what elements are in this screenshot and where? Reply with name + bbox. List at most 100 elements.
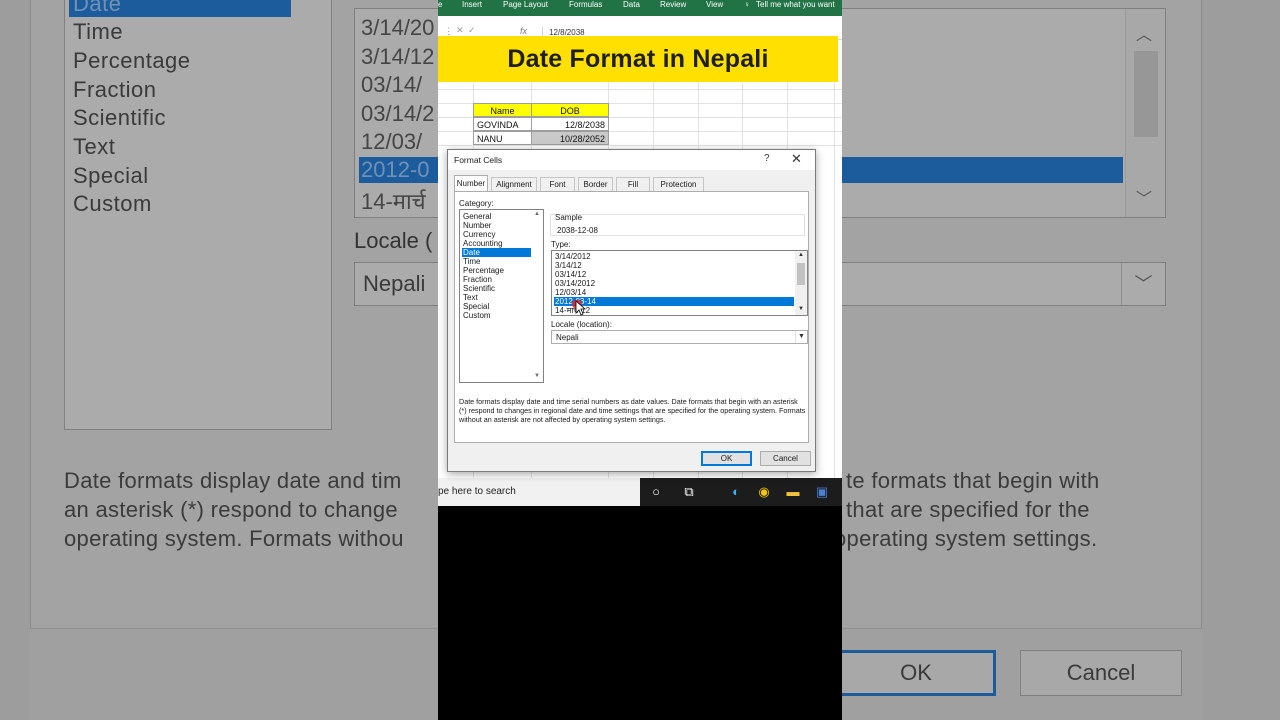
sample-value: 2038-12-08 <box>557 226 598 235</box>
type-scroll-thumb[interactable] <box>797 263 805 285</box>
bg-category-item: Fraction <box>73 77 157 102</box>
table-cell[interactable]: 10/28/2052 <box>531 131 609 145</box>
type-item[interactable]: 3/14/2012 <box>554 252 794 261</box>
locale-select[interactable]: Nepali ▼ <box>551 330 808 344</box>
bg-type-item: 03/14/2 <box>361 101 435 126</box>
tab-protection[interactable]: Protection <box>653 177 704 191</box>
ribbon-tab-page-layout[interactable]: Page Layout <box>503 0 548 10</box>
chevron-down-icon[interactable]: ▼ <box>798 306 804 312</box>
category-item-text[interactable]: Text <box>462 293 532 302</box>
ribbon-tab-review[interactable]: Review <box>660 0 686 10</box>
mouse-pointer-icon <box>572 300 587 316</box>
category-item-number[interactable]: Number <box>462 221 532 230</box>
chevron-up-icon[interactable]: ▲ <box>798 252 804 258</box>
table-cell[interactable]: NANU <box>473 131 532 145</box>
tab-font[interactable]: Font <box>540 177 575 191</box>
header-cell-dob[interactable]: DOB <box>531 103 609 117</box>
category-scrollbar[interactable]: ▲ ▼ <box>531 210 543 382</box>
bg-type-item: 14-मार्च <box>361 189 426 214</box>
type-list[interactable]: 3/14/2012 3/14/12 03/14/12 03/14/2012 12… <box>551 250 808 316</box>
category-item-time[interactable]: Time <box>462 257 532 266</box>
category-item-accounting[interactable]: Accounting <box>462 239 532 248</box>
ribbon-tab-data[interactable]: Data <box>623 0 640 10</box>
tab-fill[interactable]: Fill <box>616 177 650 191</box>
lightbulb-icon: ♀ <box>744 0 750 9</box>
category-item-custom[interactable]: Custom <box>462 311 532 320</box>
bg-desc-left: an asterisk (*) respond to change <box>64 497 398 522</box>
chrome-icon[interactable]: ◉ <box>756 484 772 500</box>
chevron-down-icon: ﹀ <box>1136 191 1153 208</box>
video-frame: Date Time Percentage Fraction Scientific… <box>0 0 1280 720</box>
taskbar-search-box[interactable]: pe here to search <box>438 478 640 506</box>
category-item-scientific[interactable]: Scientific <box>462 284 532 293</box>
type-item[interactable]: 12/03/14 <box>554 288 794 297</box>
dialog-title: Format Cells <box>454 155 503 165</box>
category-item-special[interactable]: Special <box>462 302 532 311</box>
cortana-circle-icon[interactable]: ○ <box>648 484 664 500</box>
type-scrollbar[interactable]: ▲ ▼ <box>795 251 807 315</box>
edge-icon[interactable]: ◐ <box>728 484 744 500</box>
screen-recording: e Insert Page Layout Formulas Data Revie… <box>438 0 842 720</box>
tell-me-box[interactable]: Tell me what you want <box>756 0 835 10</box>
type-item[interactable]: 14-मार्च-12 <box>554 306 794 315</box>
locale-label: Locale (location): <box>551 320 612 329</box>
bg-category-item: Time <box>73 19 124 44</box>
category-list[interactable]: General Number Currency Accounting Date … <box>459 209 544 383</box>
bg-locale-value: Nepali <box>363 271 426 296</box>
tab-border[interactable]: Border <box>578 177 613 191</box>
sample-label: Sample <box>555 213 583 222</box>
category-item-general[interactable]: General <box>462 212 532 221</box>
category-item-fraction[interactable]: Fraction <box>462 275 532 284</box>
check-icon[interactable]: ✓ <box>468 25 476 36</box>
chevron-down-icon: ﹀ <box>1121 263 1165 305</box>
ribbon-tab-formulas[interactable]: Formulas <box>569 0 602 10</box>
help-icon[interactable]: ? <box>764 153 770 164</box>
bg-scrollbar: ︿ ﹀ <box>1125 9 1165 217</box>
bg-desc-right: te formats that begin with <box>846 468 1100 493</box>
type-item[interactable]: 3/14/12 <box>554 261 794 270</box>
chevron-up-icon[interactable]: ▲ <box>534 211 540 217</box>
ribbon-tab-insert[interactable]: Insert <box>462 0 482 10</box>
chevron-up-icon: ︿ <box>1136 27 1153 44</box>
ribbon-tab-view[interactable]: View <box>706 0 723 10</box>
bg-desc-right: that are specified for the <box>846 497 1090 522</box>
close-icon[interactable]: ✕ <box>791 151 802 167</box>
chevron-down-icon[interactable]: ▼ <box>795 331 807 343</box>
bg-ok-button: OK <box>836 650 996 696</box>
bg-category-item: Special <box>73 163 149 188</box>
cancel-button[interactable]: Cancel <box>760 451 811 466</box>
bg-desc-left: operating system. Formats withou <box>64 526 404 551</box>
task-view-icon[interactable]: ⧉ <box>681 484 697 500</box>
cancel-x-icon[interactable]: ✕ <box>456 25 464 36</box>
category-item-currency[interactable]: Currency <box>462 230 532 239</box>
bg-category-item: Scientific <box>73 105 167 130</box>
category-item-date[interactable]: Date <box>462 248 532 257</box>
locale-value: Nepali <box>556 333 579 342</box>
chevron-down-icon[interactable]: ▼ <box>534 373 540 379</box>
table-cell[interactable]: GOVINDA <box>473 117 532 131</box>
fx-icon[interactable]: fx <box>520 26 527 36</box>
ribbon-tab-file[interactable]: e <box>438 0 442 10</box>
bg-type-item: 12/03/ <box>361 129 423 154</box>
bg-locale-label: Locale ( <box>354 228 433 253</box>
tab-alignment[interactable]: Alignment <box>491 177 537 191</box>
bg-cancel-button: Cancel <box>1020 650 1182 696</box>
type-item[interactable]: 03/14/2012 <box>554 279 794 288</box>
bg-category-list: Date Time Percentage Fraction Scientific… <box>64 0 332 430</box>
bg-type-item: 03/14/ <box>361 72 423 97</box>
type-item-selected[interactable]: 2012-03-14 <box>554 297 794 306</box>
header-cell-name[interactable]: Name <box>473 103 532 117</box>
description-text: Date formats display date and time seria… <box>459 397 806 424</box>
excel-ribbon: e Insert Page Layout Formulas Data Revie… <box>438 0 842 16</box>
word-icon[interactable]: ▣ <box>814 484 830 500</box>
table-cell[interactable]: 12/8/2038 <box>531 117 609 131</box>
type-item[interactable]: 03/14/12 <box>554 270 794 279</box>
video-title-banner: Date Format in Nepali <box>438 36 838 82</box>
tab-number[interactable]: Number <box>454 175 488 191</box>
category-item-percentage[interactable]: Percentage <box>462 266 532 275</box>
ok-button[interactable]: OK <box>701 451 752 466</box>
file-explorer-icon[interactable]: ▬ <box>785 484 801 500</box>
bg-category-item: Percentage <box>73 48 191 73</box>
dialog-tabs: Number Alignment Font Border Fill Protec… <box>454 175 810 191</box>
bg-category-item: Text <box>73 134 116 159</box>
